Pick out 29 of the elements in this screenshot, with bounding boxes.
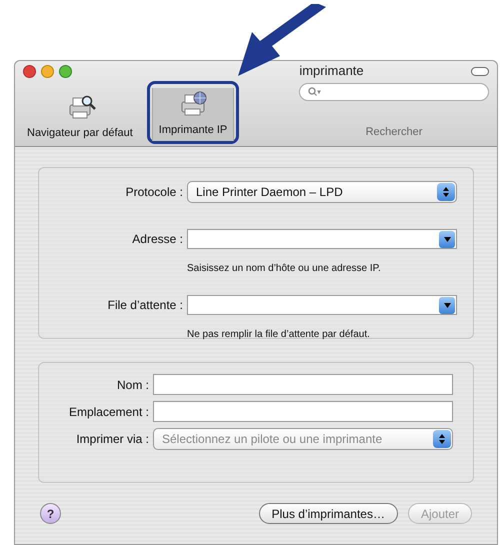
window-title: imprimante (299, 62, 364, 80)
stepper-arrows-icon (443, 187, 449, 197)
minimize-button[interactable] (41, 64, 54, 78)
help-button[interactable]: ? (40, 503, 61, 524)
dropdown-arrow-icon (444, 236, 450, 242)
toolbar-tab[interactable]: Navigateur par défaut (21, 81, 139, 144)
dropdown-arrow-icon (444, 302, 450, 308)
search-icon (308, 87, 322, 97)
protocol-popup[interactable]: Line Printer Daemon – LPD (187, 181, 457, 203)
search-field[interactable] (299, 83, 489, 101)
stepper-arrows-icon (439, 434, 445, 444)
zoom-button[interactable] (59, 64, 72, 78)
field-label: Imprimer via : (75, 431, 149, 448)
text-field[interactable] (153, 401, 453, 422)
field-label: Adresse : (131, 231, 183, 248)
field-label: Nom : (116, 376, 149, 394)
text-field[interactable] (153, 374, 453, 395)
toolbar-tab[interactable]: Imprimante IP (152, 88, 234, 141)
toolbar-toggle-button[interactable] (471, 66, 489, 76)
field-hint: Ne pas remplir la file d’attente par défaut. (187, 329, 370, 340)
close-button[interactable] (23, 64, 36, 78)
search-label: Rechercher (364, 124, 424, 140)
field-label: File d’attente : (106, 297, 183, 314)
combo-field[interactable] (187, 229, 457, 249)
field-label: Protocole : (124, 184, 183, 201)
field-label: Emplacement : (68, 404, 149, 420)
dialog-button[interactable]: Plus d’imprimantes… (258, 503, 398, 524)
combo-field[interactable] (187, 295, 457, 315)
field-hint: Saisissez un nom d’hôte ou une adresse IP. (187, 263, 381, 274)
